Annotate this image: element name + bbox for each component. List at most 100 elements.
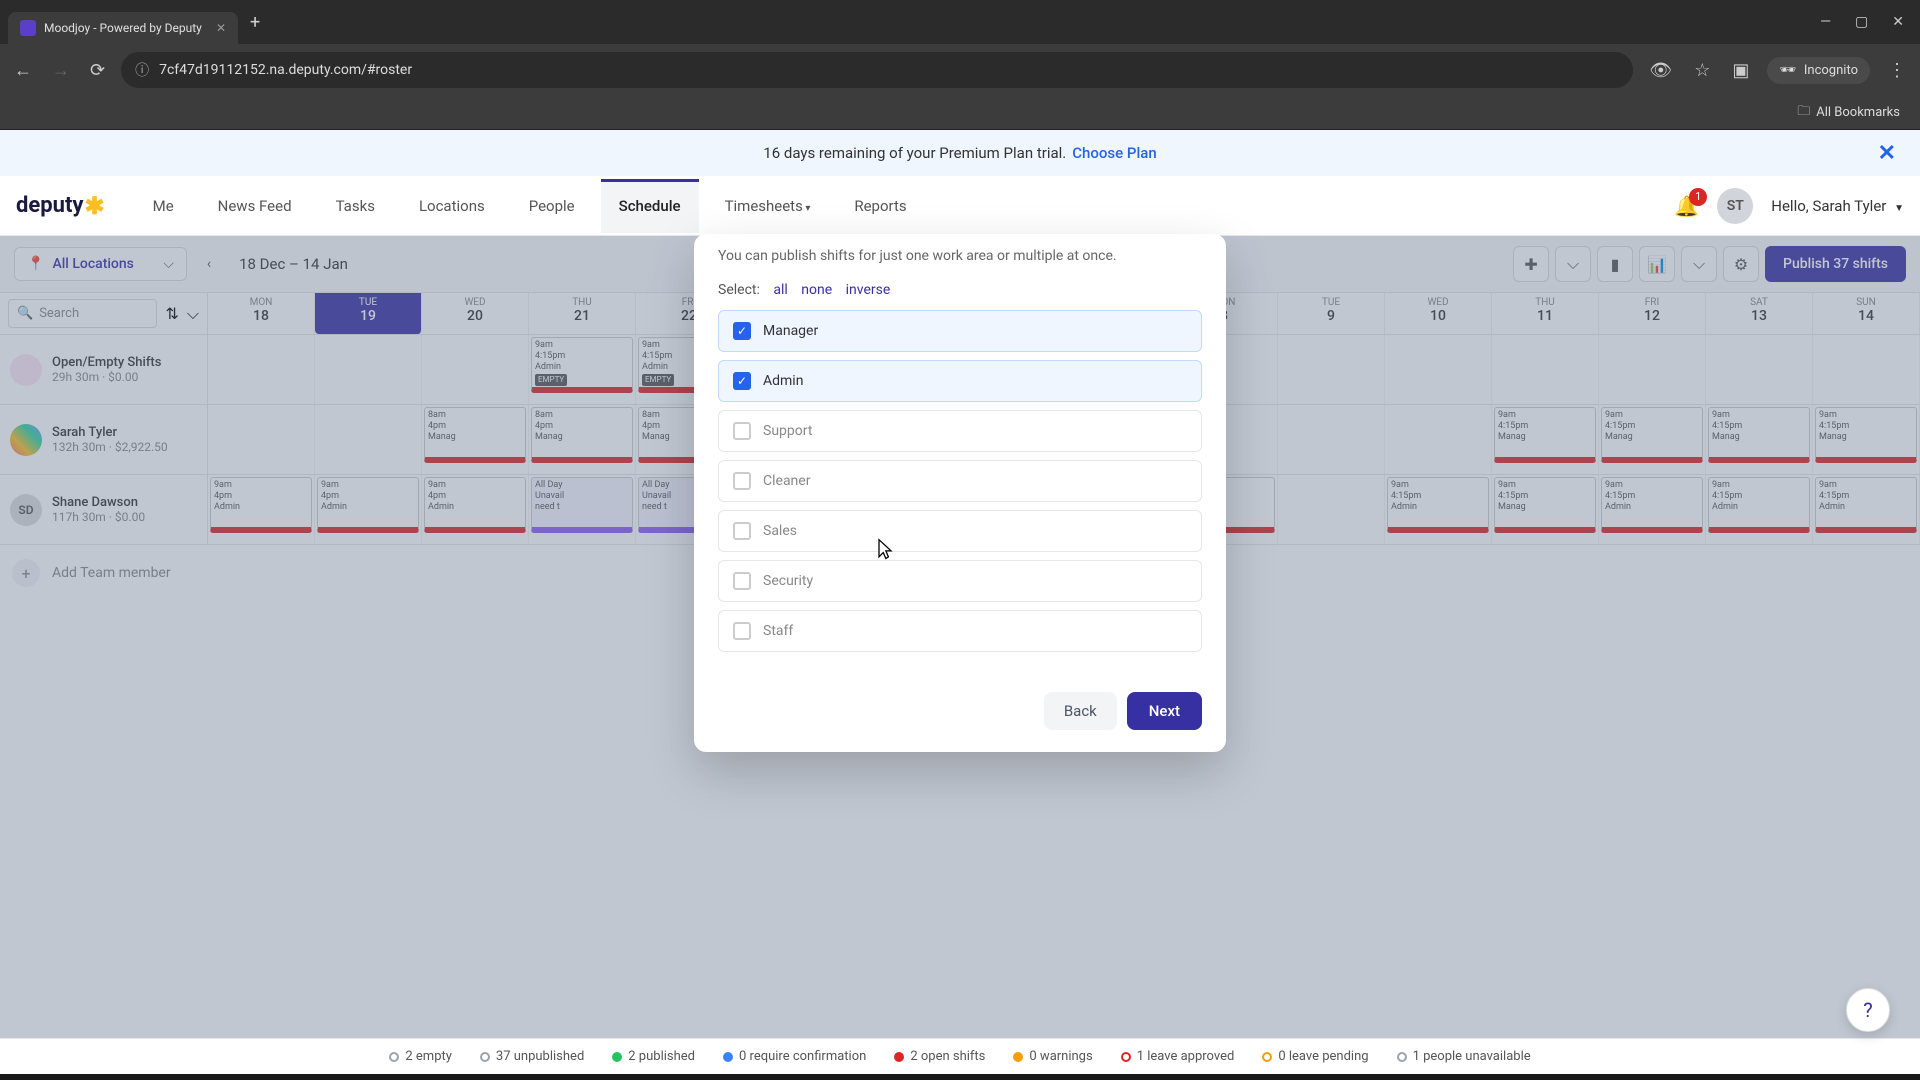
legend-item[interactable]: 1 leave approved (1121, 1049, 1235, 1064)
back-icon[interactable]: ← (10, 56, 36, 85)
legend-item[interactable]: 0 warnings (1013, 1049, 1092, 1064)
address-bar[interactable]: ⓘ 7cf47d19112152.na.deputy.com/#roster (121, 52, 1633, 88)
legend-item[interactable]: 2 published (612, 1049, 695, 1064)
main-nav: deputy✱ MeNews FeedTasksLocationsPeopleS… (0, 176, 1920, 236)
work-area-label: Admin (763, 373, 803, 389)
status-dot-icon (1397, 1052, 1407, 1062)
select-none-link[interactable]: none (801, 282, 832, 298)
select-all-link[interactable]: all (773, 282, 787, 298)
work-area-manager[interactable]: ✓ Manager (718, 310, 1202, 352)
window-controls: — ▢ ✕ (1820, 14, 1912, 30)
greeting[interactable]: Hello, Sarah Tyler ▼ (1771, 197, 1904, 215)
address-bar-row: ← → ⟳ ⓘ 7cf47d19112152.na.deputy.com/#ro… (0, 44, 1920, 96)
work-area-sales[interactable]: Sales (718, 510, 1202, 552)
work-area-admin[interactable]: ✓ Admin (718, 360, 1202, 402)
work-area-staff[interactable]: Staff (718, 610, 1202, 652)
status-dot-icon (723, 1052, 733, 1062)
nav-item-timesheets[interactable]: Timesheets ▾ (707, 179, 829, 233)
status-dot-icon (894, 1052, 904, 1062)
url-text: 7cf47d19112152.na.deputy.com/#roster (159, 62, 412, 78)
browser-tab[interactable]: Moodjoy - Powered by Deputy ✕ (8, 12, 238, 44)
help-fab[interactable]: ? (1846, 988, 1890, 1032)
publish-modal: You can publish shifts for just one work… (694, 234, 1226, 752)
legend-item[interactable]: 0 require confirmation (723, 1049, 866, 1064)
status-dot-icon (1121, 1052, 1131, 1062)
checkbox[interactable] (733, 422, 751, 440)
site-info-icon[interactable]: ⓘ (135, 60, 149, 80)
logo[interactable]: deputy✱ (16, 192, 105, 220)
incognito-badge[interactable]: 🕶 Incognito (1767, 57, 1870, 84)
status-dot-icon (1262, 1052, 1272, 1062)
chevron-down-icon: ▾ (803, 203, 811, 214)
menu-icon[interactable]: ⋮ (1884, 56, 1910, 85)
incognito-label: Incognito (1804, 63, 1858, 78)
status-dot-icon (612, 1052, 622, 1062)
status-dot-icon (1013, 1052, 1023, 1062)
all-bookmarks-button[interactable]: 🗀 All Bookmarks (1797, 102, 1900, 124)
nav-item-locations[interactable]: Locations (401, 179, 503, 233)
new-tab-button[interactable]: + (242, 8, 268, 37)
banner-close-icon[interactable]: ✕ (1878, 141, 1896, 166)
choose-plan-link[interactable]: Choose Plan (1072, 144, 1156, 162)
logo-text: deputy (16, 193, 83, 218)
work-area-label: Security (763, 573, 813, 589)
nav-item-tasks[interactable]: Tasks (318, 179, 393, 233)
checkbox[interactable] (733, 622, 751, 640)
select-label: Select: (718, 282, 760, 298)
sidepanel-icon[interactable]: ▣ (1728, 56, 1753, 85)
bookmark-star-icon[interactable]: ☆ (1690, 56, 1714, 85)
banner-text: 16 days remaining of your Premium Plan t… (763, 144, 1066, 162)
legend-label: 0 require confirmation (739, 1049, 866, 1064)
work-area-cleaner[interactable]: Cleaner (718, 460, 1202, 502)
legend-item[interactable]: 2 open shifts (894, 1049, 985, 1064)
work-area-label: Cleaner (763, 473, 810, 489)
bookmarks-bar: 🗀 All Bookmarks (0, 96, 1920, 130)
checkbox[interactable] (733, 472, 751, 490)
nav-item-me[interactable]: Me (135, 179, 192, 233)
browser-tab-bar: Moodjoy - Powered by Deputy ✕ + — ▢ ✕ (0, 0, 1920, 44)
logo-asterisk-icon: ✱ (84, 192, 104, 220)
status-legend: 2 empty 37 unpublished 2 published 0 requir… (0, 1038, 1920, 1074)
legend-item[interactable]: 0 leave pending (1262, 1049, 1368, 1064)
tab-title: Moodjoy - Powered by Deputy (44, 21, 202, 35)
nav-item-schedule[interactable]: Schedule (601, 179, 699, 233)
checkbox[interactable] (733, 572, 751, 590)
legend-label: 0 leave pending (1278, 1049, 1368, 1064)
work-area-security[interactable]: Security (718, 560, 1202, 602)
legend-item[interactable]: 2 empty (389, 1049, 452, 1064)
back-button[interactable]: Back (1044, 692, 1117, 730)
nav-item-reports[interactable]: Reports (836, 179, 924, 233)
close-window-icon[interactable]: ✕ (1892, 14, 1904, 30)
notifications-bell[interactable]: 🔔 1 (1674, 194, 1699, 218)
avatar[interactable]: ST (1717, 188, 1753, 224)
incognito-eye-icon[interactable]: 👁 (1645, 56, 1676, 85)
legend-label: 2 published (628, 1049, 695, 1064)
close-tab-icon[interactable]: ✕ (216, 21, 226, 35)
forward-icon: → (48, 56, 74, 85)
maximize-icon[interactable]: ▢ (1855, 14, 1868, 30)
reload-icon[interactable]: ⟳ (86, 56, 109, 85)
next-button[interactable]: Next (1127, 692, 1202, 730)
legend-label: 0 warnings (1029, 1049, 1092, 1064)
select-inverse-link[interactable]: inverse (846, 282, 891, 298)
taskbar (0, 1074, 1920, 1080)
legend-item[interactable]: 37 unpublished (480, 1049, 584, 1064)
work-area-label: Sales (763, 523, 797, 539)
select-row: Select: all none inverse (718, 282, 1202, 298)
minimize-icon[interactable]: — (1820, 14, 1831, 30)
trial-banner: 16 days remaining of your Premium Plan t… (0, 130, 1920, 176)
legend-item[interactable]: 1 people unavailable (1397, 1049, 1531, 1064)
chevron-down-icon: ▼ (1894, 203, 1904, 214)
favicon (20, 20, 36, 36)
nav-item-people[interactable]: People (511, 179, 593, 233)
work-area-label: Manager (763, 323, 818, 339)
checkbox[interactable]: ✓ (733, 372, 751, 390)
legend-label: 1 people unavailable (1413, 1049, 1531, 1064)
nav-item-news-feed[interactable]: News Feed (200, 179, 310, 233)
work-area-support[interactable]: Support (718, 410, 1202, 452)
checkbox[interactable]: ✓ (733, 322, 751, 340)
status-dot-icon (389, 1052, 399, 1062)
checkbox[interactable] (733, 522, 751, 540)
modal-subtitle: You can publish shifts for just one work… (718, 234, 1202, 282)
legend-label: 1 leave approved (1137, 1049, 1235, 1064)
